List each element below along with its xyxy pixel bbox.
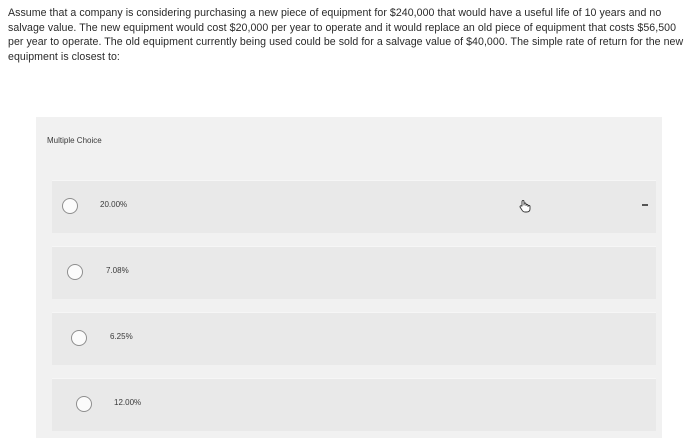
option-4[interactable]: 12.00%: [52, 378, 656, 431]
multiple-choice-label: Multiple Choice: [47, 136, 102, 145]
radio-button[interactable]: [71, 330, 87, 346]
dash-mark: [642, 204, 648, 206]
question-text: Assume that a company is considering pur…: [8, 7, 684, 63]
option-label: 7.08%: [106, 266, 129, 275]
option-2[interactable]: 7.08%: [52, 246, 656, 299]
option-3[interactable]: 6.25%: [52, 312, 656, 365]
radio-button[interactable]: [67, 264, 83, 280]
option-label: 20.00%: [100, 200, 128, 209]
option-label: 12.00%: [114, 398, 142, 407]
hand-pointer-icon: [519, 200, 531, 213]
radio-button[interactable]: [62, 198, 78, 214]
option-label: 6.25%: [110, 332, 133, 341]
option-1[interactable]: 20.00%: [52, 180, 656, 233]
multiple-choice-panel: Multiple Choice 20.00% 7.08% 6.25% 12.00…: [36, 117, 662, 438]
radio-button[interactable]: [76, 396, 92, 412]
